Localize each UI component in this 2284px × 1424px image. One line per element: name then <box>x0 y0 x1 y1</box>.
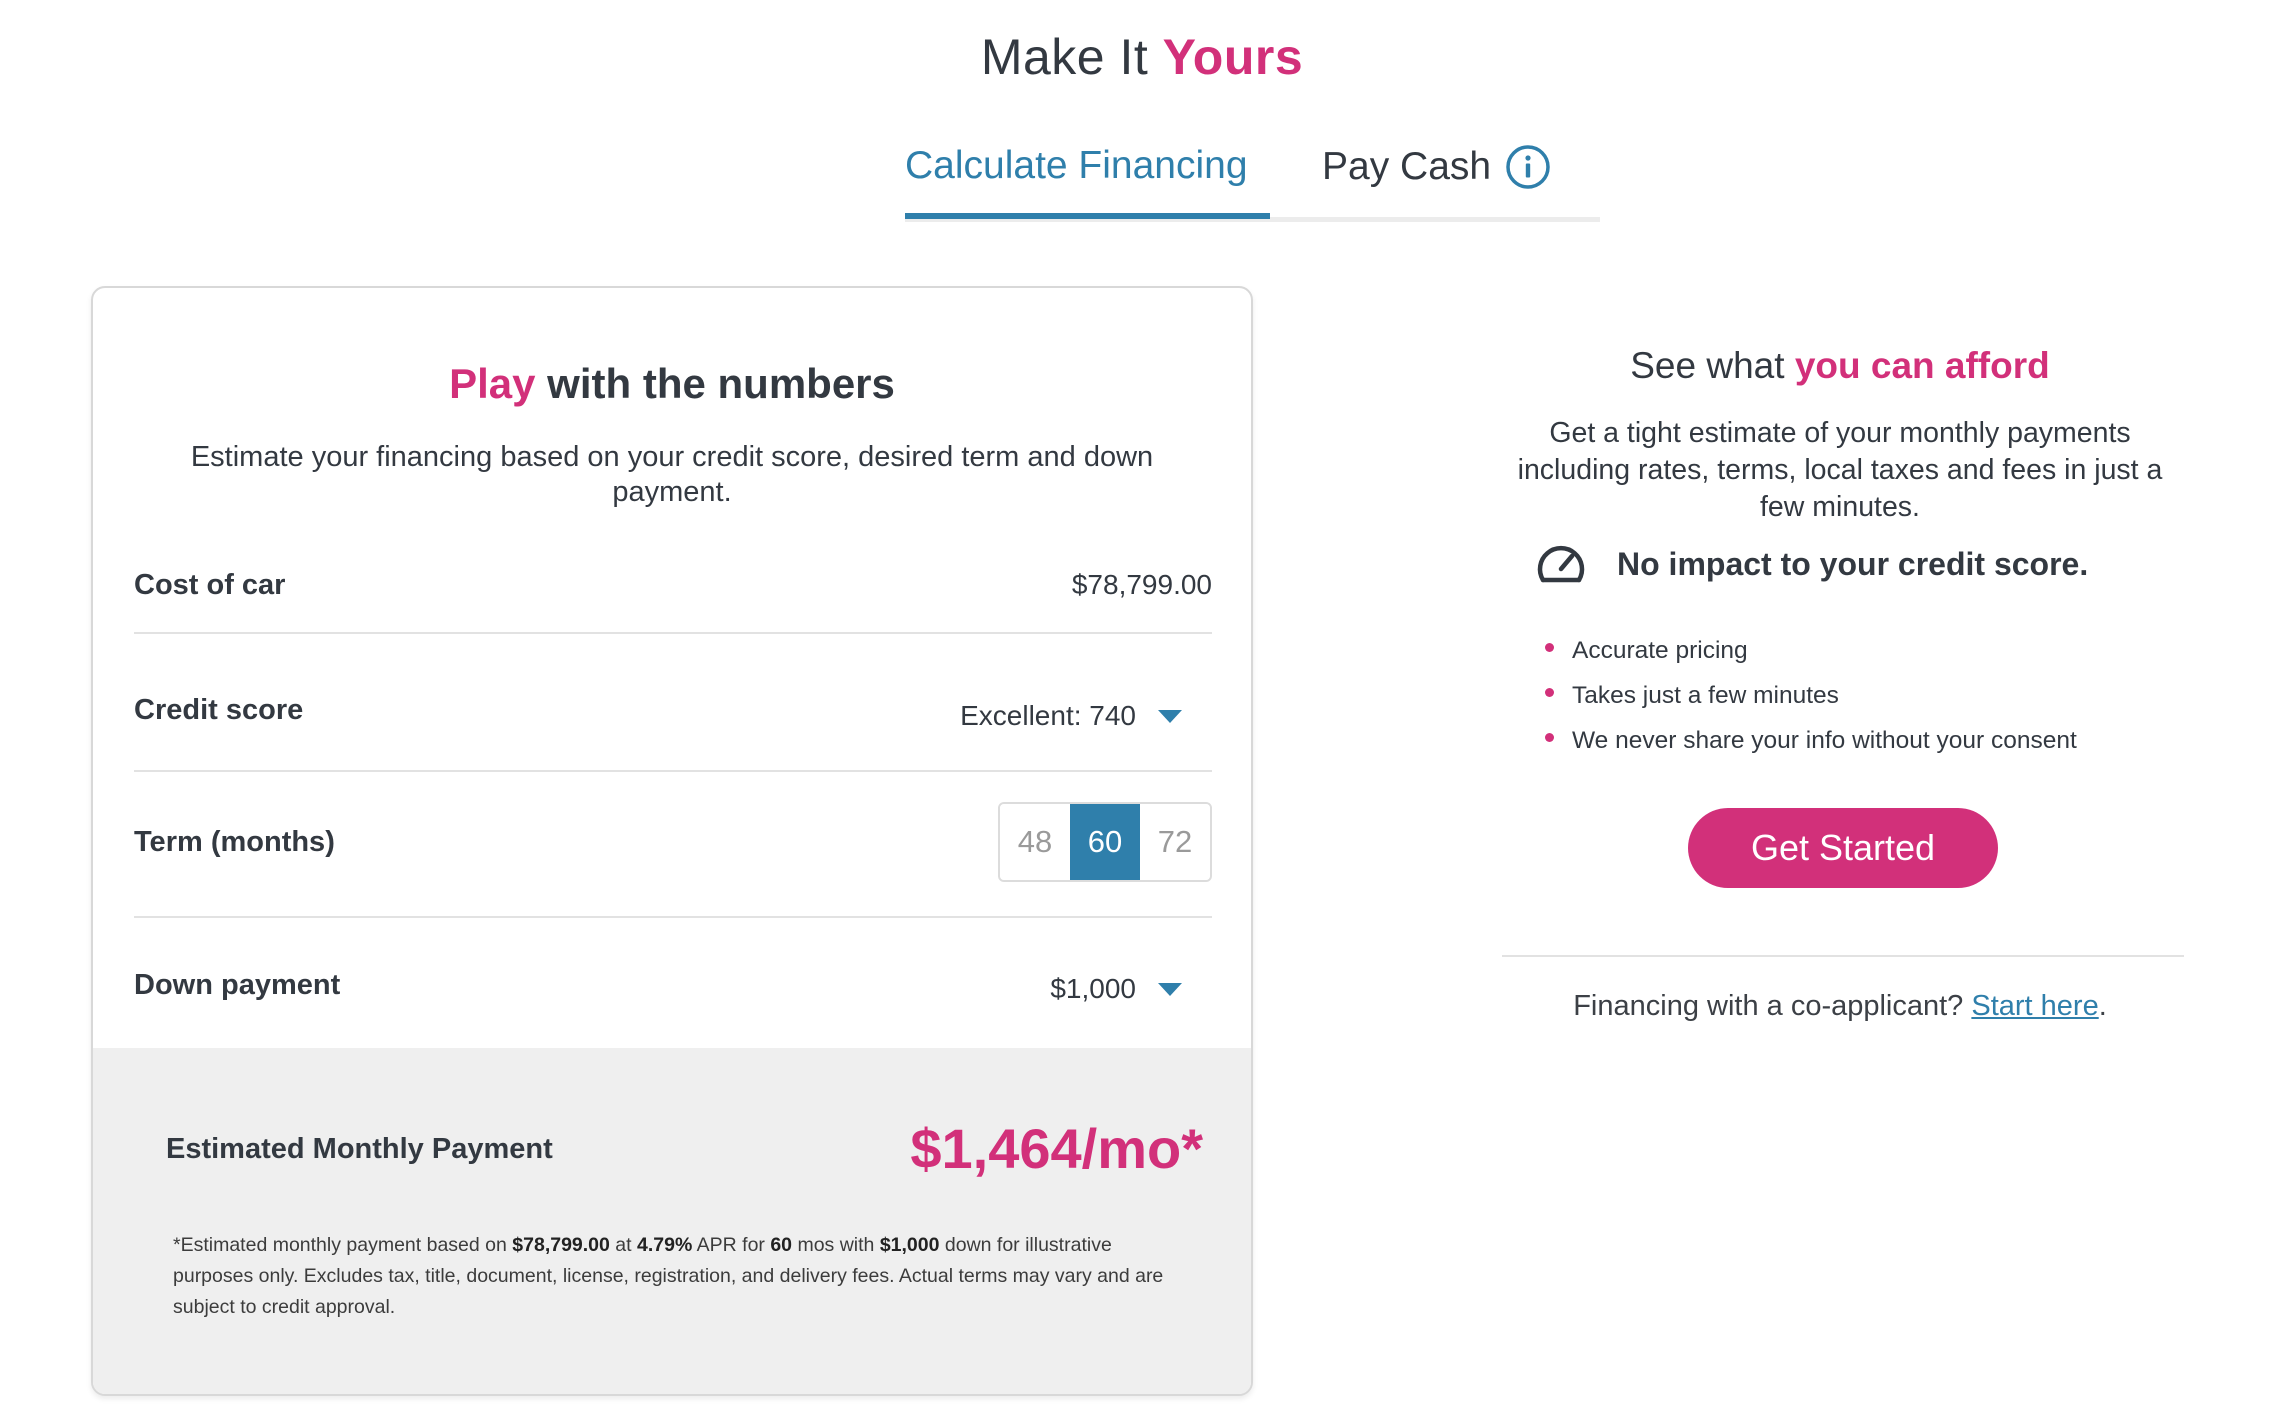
down-payment-select[interactable]: $1,000 <box>1050 973 1212 1005</box>
disclaimer-text: at <box>609 1234 637 1256</box>
afford-title-prefix: See what <box>1630 345 1795 386</box>
disclaimer-text: mos with <box>792 1234 880 1256</box>
credit-impact-note: No impact to your credit score. <box>1535 542 2088 586</box>
card-title: Play with the numbers <box>93 360 1251 408</box>
bullet-dot-icon <box>1545 733 1554 742</box>
bullet-dot-icon <box>1545 643 1554 652</box>
info-icon[interactable] <box>1505 144 1551 190</box>
cost-row: Cost of car $78,799.00 <box>134 560 1212 610</box>
caret-down-icon <box>1158 982 1182 996</box>
page-title-accent: Yours <box>1162 29 1304 85</box>
term-selector: 48 60 72 <box>998 802 1212 882</box>
list-item-text: Accurate pricing <box>1572 637 1748 664</box>
credit-row: Credit score Excellent: 740 <box>134 680 1212 740</box>
payment-label: Estimated Monthly Payment <box>166 1133 553 1165</box>
term-option-72[interactable]: 72 <box>1140 804 1210 880</box>
page-title-prefix: Make It <box>980 29 1149 85</box>
payment-disclaimer: *Estimated monthly payment based on $78,… <box>173 1230 1191 1323</box>
afford-description: Get a tight estimate of your monthly pay… <box>1517 417 2163 523</box>
credit-score-select[interactable]: Excellent: 740 <box>960 700 1212 732</box>
term-option-48[interactable]: 48 <box>1000 804 1070 880</box>
credit-score-value: Excellent: 740 <box>960 700 1136 731</box>
term-option-60[interactable]: 60 <box>1070 804 1140 880</box>
list-item-text: Takes just a few minutes <box>1572 682 1839 709</box>
term-row: Term (months) 48 60 72 <box>134 802 1212 882</box>
cost-value: $78,799.00 <box>1071 569 1212 600</box>
row-divider <box>134 770 1212 772</box>
get-started-button[interactable]: Get Started <box>1688 808 1998 888</box>
credit-impact-text: No impact to your credit score. <box>1617 545 2089 582</box>
tab-calculate-financing[interactable]: Calculate Financing <box>905 144 1270 219</box>
disclaimer-months: 60 <box>770 1234 793 1256</box>
down-payment-value: $1,000 <box>1050 973 1136 1004</box>
card-title-accent: Play <box>449 360 536 407</box>
afford-title-accent: you can afford <box>1794 345 2050 386</box>
afford-title: See what you can afford <box>1490 345 2190 387</box>
bullet-dot-icon <box>1545 688 1554 697</box>
co-applicant-line: Financing with a co-applicant? Start her… <box>1490 990 2190 1023</box>
benefits-list: Accurate pricing Takes just a few minute… <box>1545 628 2077 763</box>
payment-value: $1,464/mo* <box>910 1117 1203 1180</box>
tab-calculate-financing-label: Calculate Financing <box>905 144 1248 187</box>
disclaimer-price: $78,799.00 <box>512 1234 610 1256</box>
list-item: We never share your info without your co… <box>1545 718 2077 763</box>
co-applicant-suffix: . <box>2098 990 2107 1022</box>
active-tab-indicator <box>905 213 1270 219</box>
list-item: Accurate pricing <box>1545 628 2077 673</box>
down-payment-label: Down payment <box>134 968 341 1001</box>
card-subtitle: Estimate your financing based on your cr… <box>190 441 1154 508</box>
payment-summary: Estimated Monthly Payment $1,464/mo* *Es… <box>93 1048 1251 1394</box>
disclaimer-text: APR for <box>692 1234 771 1256</box>
tab-pay-cash[interactable]: Pay Cash <box>1322 144 1551 190</box>
payment-tabs: Calculate Financing Pay Cash <box>905 130 1600 222</box>
page-title: Make It Yours <box>0 28 2284 86</box>
row-divider <box>134 916 1212 918</box>
co-applicant-text: Financing with a co-applicant? <box>1573 990 1972 1022</box>
financing-calculator-card: Play with the numbers Estimate your fina… <box>91 286 1253 1396</box>
disclaimer-text: *Estimated monthly payment based on <box>173 1234 513 1256</box>
tab-pay-cash-label: Pay Cash <box>1322 145 1492 188</box>
disclaimer-down: $1,000 <box>879 1234 940 1256</box>
row-divider <box>134 632 1212 634</box>
credit-label: Credit score <box>134 693 304 726</box>
disclaimer-apr: 4.79% <box>637 1234 693 1256</box>
speedometer-icon <box>1537 545 1585 583</box>
start-here-link[interactable]: Start here <box>1971 990 2098 1022</box>
down-payment-row: Down payment $1,000 <box>134 955 1212 1015</box>
section-divider <box>1502 955 2184 957</box>
cost-label: Cost of car <box>134 568 286 601</box>
card-title-rest: with the numbers <box>535 360 895 407</box>
list-item: Takes just a few minutes <box>1545 673 2077 718</box>
list-item-text: We never share your info without your co… <box>1572 727 2077 754</box>
caret-down-icon <box>1158 709 1182 723</box>
term-label: Term (months) <box>134 825 335 858</box>
